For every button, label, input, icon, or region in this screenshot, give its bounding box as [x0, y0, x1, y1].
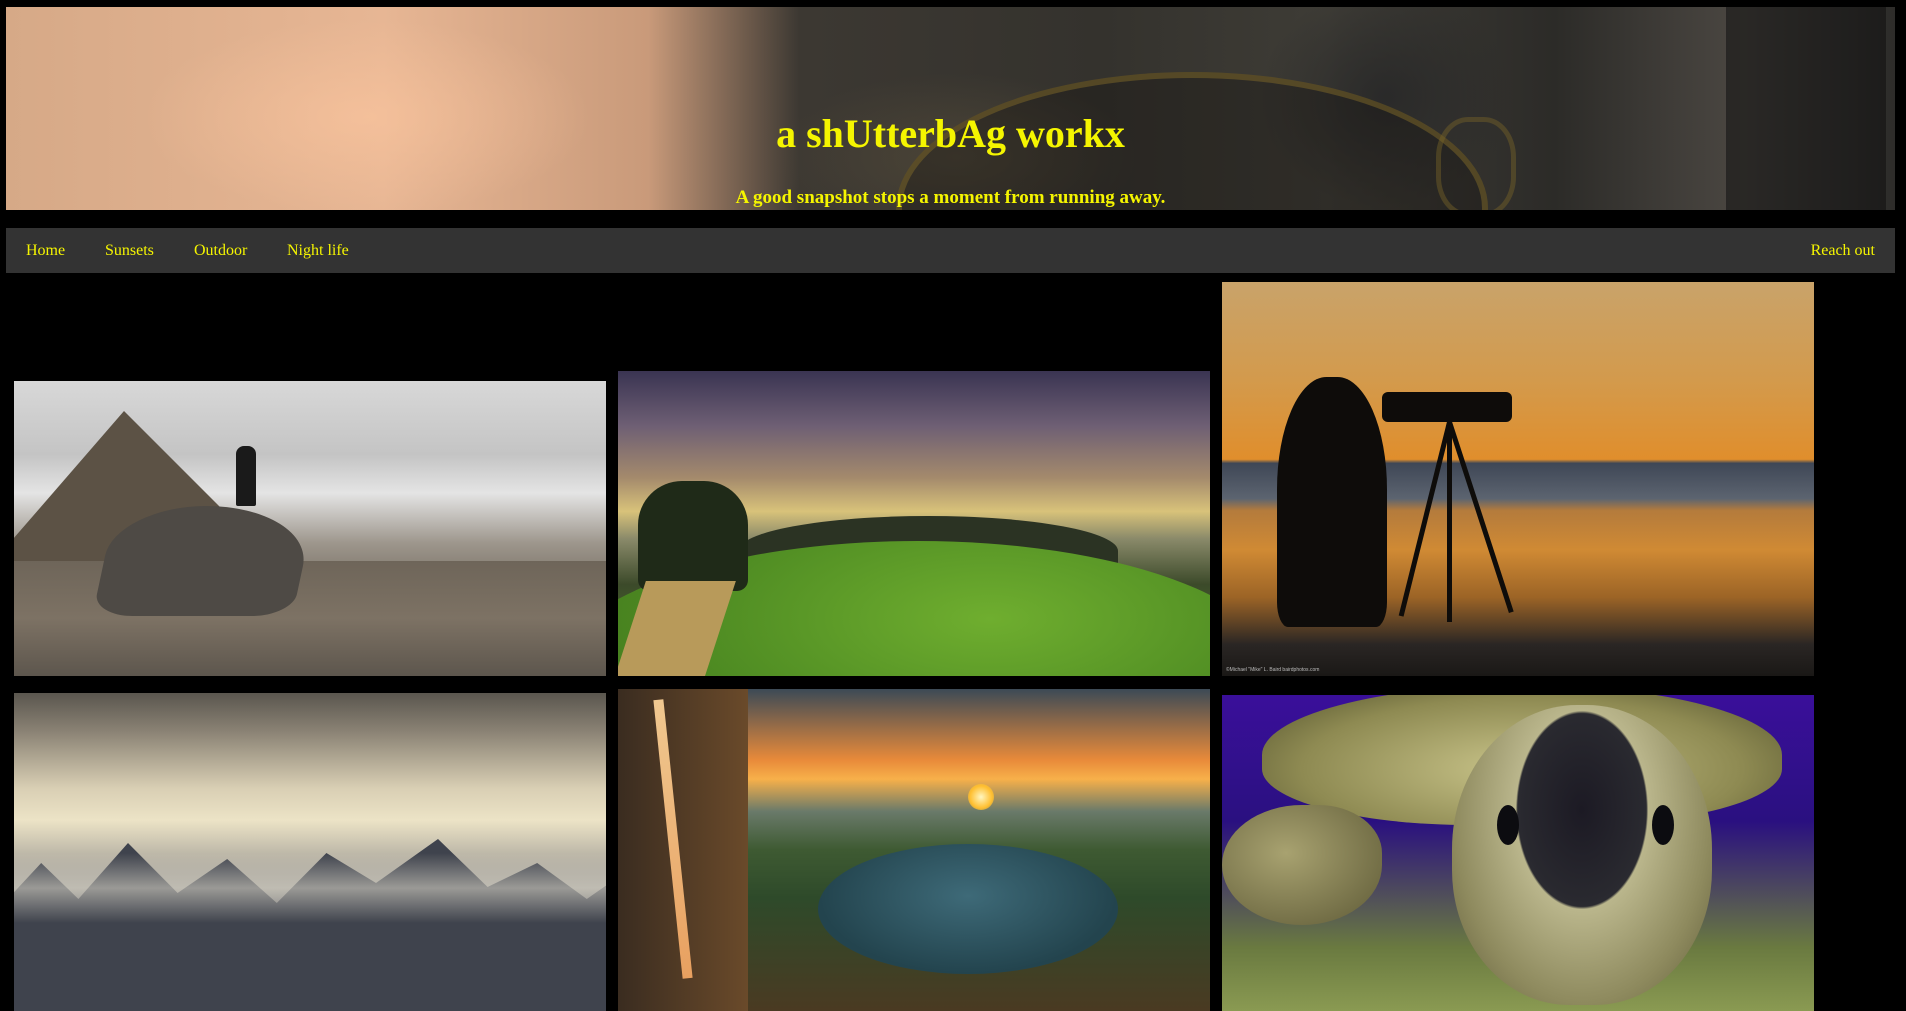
banner-background-shadow [1726, 7, 1886, 210]
header-banner: a shUtterbAg workx A good snapshot stops… [6, 7, 1895, 210]
nav-outdoor-link[interactable]: Outdoor [194, 228, 247, 273]
photo-tripod-leg [1447, 422, 1452, 622]
gallery-photo-mountain-lake[interactable] [618, 689, 1210, 1011]
photo-hiker-figure [236, 446, 256, 506]
gallery-photo-photographer[interactable]: ©Michael "Mike" L. Baird bairdphotos.com [1222, 282, 1814, 676]
site-title: a shUtterbAg workx [776, 111, 1125, 156]
photo-sun [968, 784, 994, 810]
photo-turtle-eye [1497, 805, 1519, 845]
photo-credit: ©Michael "Mike" L. Baird bairdphotos.com [1226, 667, 1320, 673]
gallery-photo-misty-peaks[interactable] [14, 693, 606, 1011]
photo-mist-band [14, 853, 606, 923]
photo-turtle-flipper [1222, 805, 1382, 925]
photo-tripod-leg [1398, 421, 1452, 617]
photo-person-silhouette [1277, 377, 1387, 627]
gallery-photo-valley[interactable] [618, 371, 1210, 676]
nav-reach-out-link[interactable]: Reach out [1811, 228, 1875, 273]
photo-camera-lens [1382, 392, 1512, 422]
photo-tripod-leg [1447, 421, 1514, 613]
photo-lake [818, 844, 1118, 974]
photo-turtle-head [1452, 705, 1712, 1005]
nav-sunsets-link[interactable]: Sunsets [105, 228, 154, 273]
main-nav: Home Sunsets Outdoor Night life Reach ou… [6, 228, 1895, 273]
gallery-photo-sea-turtle[interactable] [1222, 695, 1814, 1011]
site-tagline: A good snapshot stops a moment from runn… [735, 187, 1166, 208]
photo-turtle-eye [1652, 805, 1674, 845]
nav-home-link[interactable]: Home [26, 228, 65, 273]
gallery-photo-hiker[interactable] [14, 381, 606, 676]
nav-night-life-link[interactable]: Night life [287, 228, 349, 273]
photo-tree-cluster [638, 481, 748, 591]
